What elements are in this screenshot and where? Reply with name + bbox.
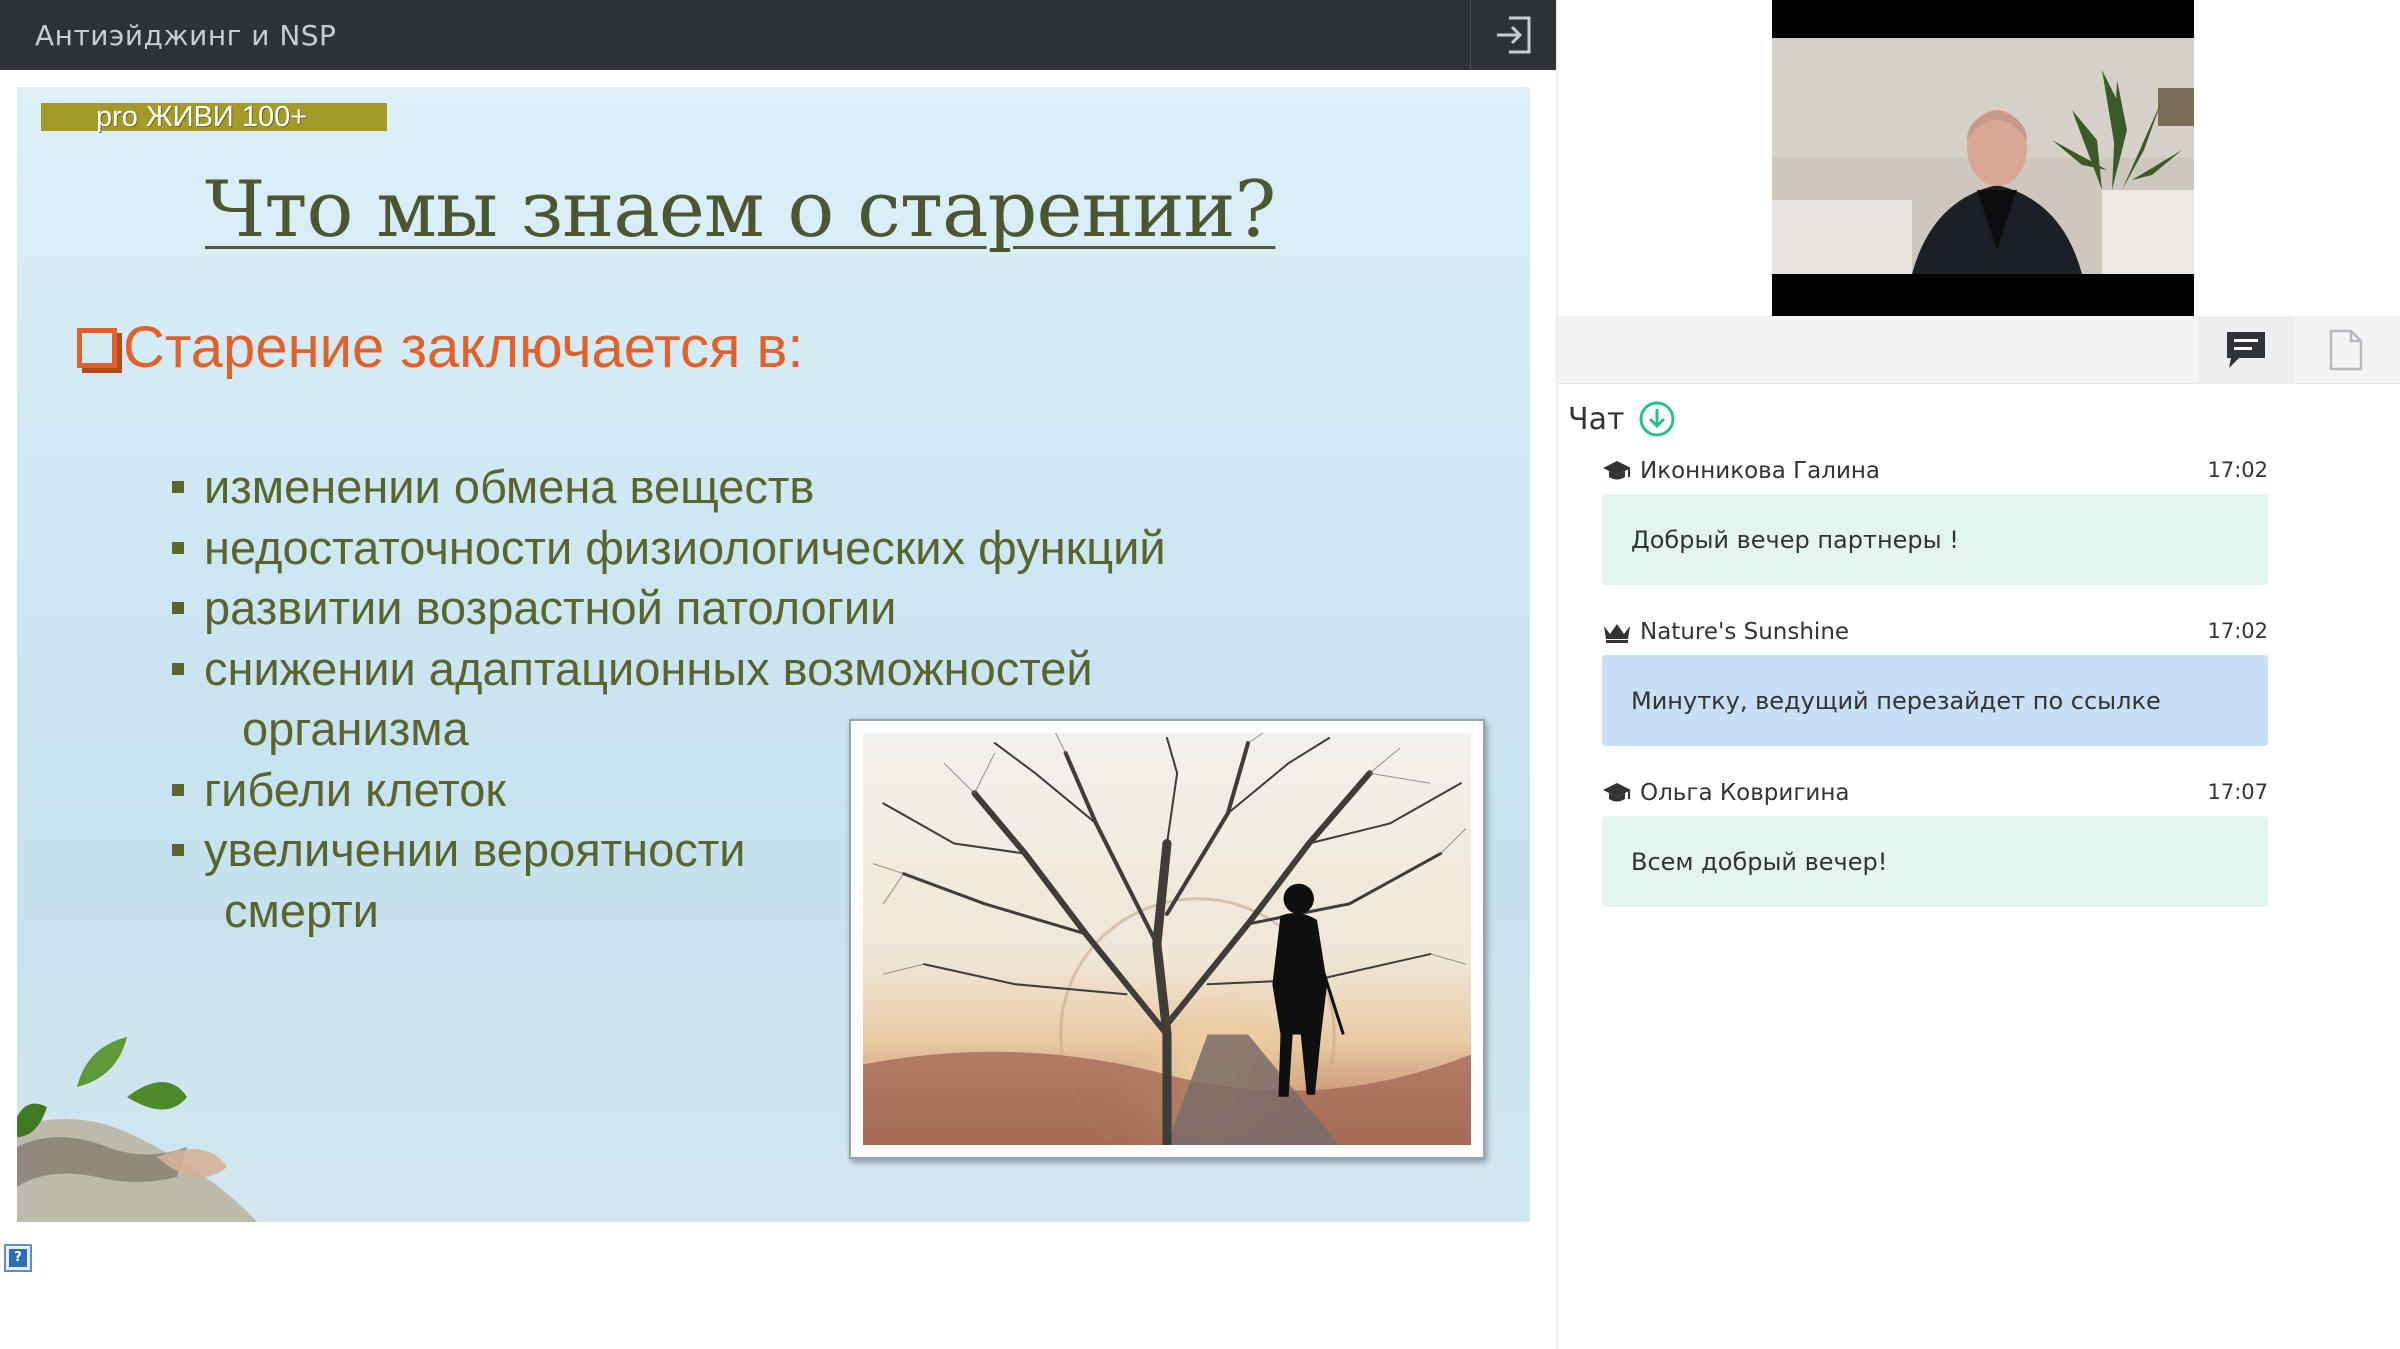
slide-decoration-leaves: [17, 1037, 257, 1222]
webinar-title: Антиэйджинг и NSP: [35, 18, 337, 52]
panel-toolbar: [1558, 316, 2400, 384]
chat-author: Иконникова Галина: [1640, 458, 1881, 484]
checkbox-bullet-icon: [77, 327, 117, 368]
presenter-video: [1772, 0, 2194, 316]
slide-heading: Что мы знаем о старении?: [205, 165, 1276, 255]
exit-button[interactable]: [1470, 0, 1556, 70]
chat-message-meta: Ольга Ковригина 17:07: [1602, 778, 2268, 808]
chat-message: Ольга Ковригина 17:07 Всем добрый вечер!: [1602, 778, 2268, 907]
slide-bullet: развитии возрастной патологии: [152, 578, 1252, 639]
slide-bullet: недостаточности физиологических функций: [152, 518, 1252, 579]
download-circle-icon: [1639, 401, 1675, 437]
chat-message: Nature's Sunshine 17:02 Минутку, ведущий…: [1602, 617, 2268, 746]
graduation-cap-icon: [1603, 461, 1631, 480]
chat-download-button[interactable]: [1638, 400, 1676, 438]
chat-bubble: Добрый вечер партнеры !: [1602, 494, 2268, 585]
chat-header: Чат: [1568, 400, 1676, 438]
presentation-area: Антиэйджинг и NSP pro ЖИВИ 100+ Что мы з…: [0, 0, 1556, 1349]
chat-time: 17:02: [2207, 458, 2268, 482]
side-panel: Чат Иконникова Галина 17:02 Добрый вечер…: [1556, 0, 2400, 1349]
chat-time: 17:02: [2207, 619, 2268, 643]
chat-bubble: Всем добрый вечер!: [1602, 816, 2268, 907]
help-icon: ?: [9, 1249, 27, 1267]
slide-bullet: изменении обмена веществ: [152, 457, 1252, 518]
chat-message: Иконникова Галина 17:02 Добрый вечер пар…: [1602, 456, 2268, 585]
top-bar: Антиэйджинг и NSP: [0, 0, 1556, 70]
chat-tab-button[interactable]: [2198, 316, 2294, 384]
crown-icon: [1604, 624, 1630, 643]
chat-time: 17:07: [2207, 780, 2268, 804]
chat-message-meta: Nature's Sunshine 17:02: [1602, 617, 2268, 647]
files-tab-button[interactable]: [2298, 316, 2394, 384]
chat-bubble: Минутку, ведущий перезайдет по ссылке: [1602, 655, 2268, 746]
chat-title: Чат: [1568, 401, 1625, 437]
document-icon: [2329, 329, 2363, 371]
chat-message-meta: Иконникова Галина 17:02: [1602, 456, 2268, 486]
slide-subheading-text: Старение заключается в:: [123, 315, 804, 380]
help-button[interactable]: ?: [4, 1244, 32, 1272]
slide-bullet: снижении адаптационных возможностей: [152, 639, 1252, 700]
slide-photo-tree-elderly-man: [849, 719, 1485, 1159]
chat-author: Nature's Sunshine: [1640, 619, 1850, 645]
slide-badge: pro ЖИВИ 100+: [41, 103, 387, 132]
presentation-slide: pro ЖИВИ 100+ Что мы знаем о старении? С…: [17, 87, 1530, 1222]
chat-author: Ольга Ковригина: [1640, 780, 1850, 806]
exit-icon: [1496, 16, 1530, 54]
graduation-cap-icon: [1603, 783, 1631, 802]
chat-bubble-icon: [2227, 332, 2265, 368]
slide-subheading: Старение заключается в:: [77, 314, 803, 381]
